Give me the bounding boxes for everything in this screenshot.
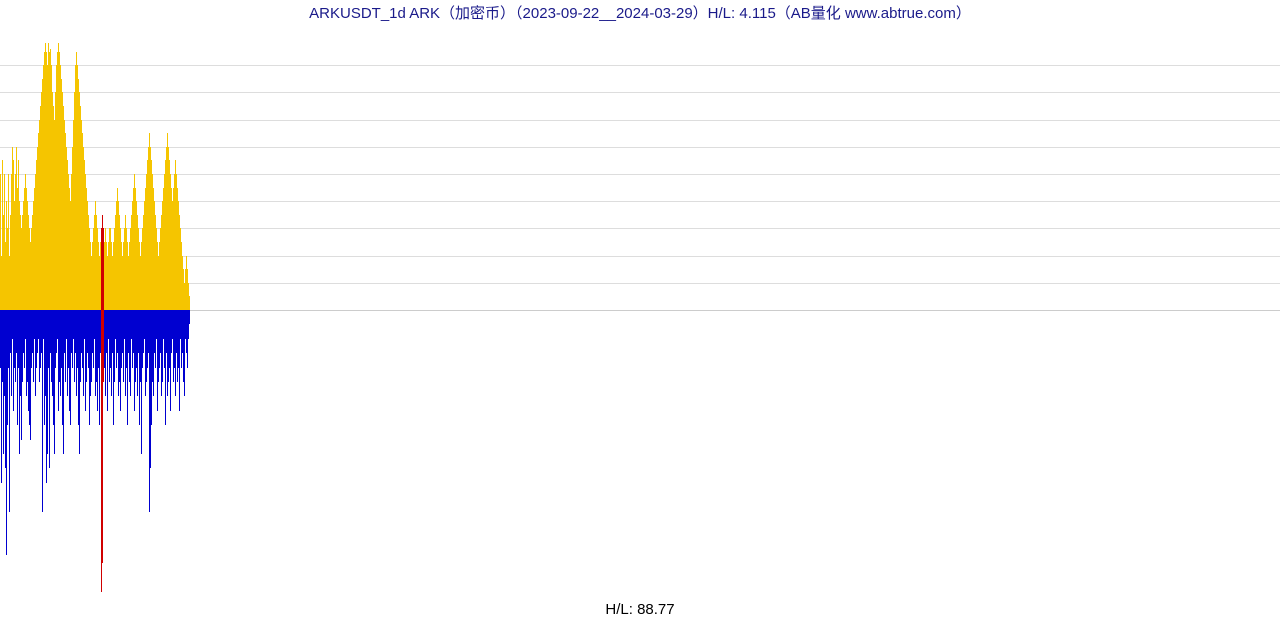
chart-area: [0, 38, 1280, 598]
chart-bars: [0, 38, 1280, 598]
chart-footer: H/L: 88.77: [0, 601, 1280, 618]
bar-down: [42, 310, 43, 512]
bar-up: [189, 296, 190, 310]
bar-down: [189, 310, 190, 324]
chart-title: ARKUSDT_1d ARK（加密币）（2023-09-22__2024-03-…: [0, 2, 1280, 23]
